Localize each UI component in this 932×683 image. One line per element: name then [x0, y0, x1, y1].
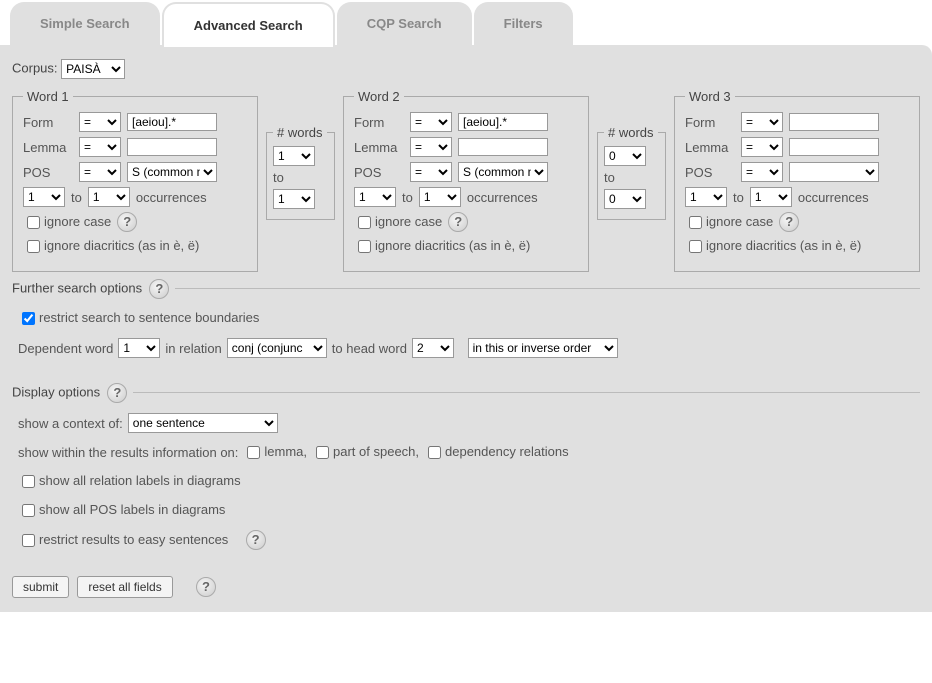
w1-form-op[interactable]: = [79, 112, 121, 132]
w1-occ-from[interactable]: 1 [23, 187, 65, 207]
restrict-sentence-checkbox[interactable] [22, 312, 35, 325]
w3-occ-from[interactable]: 1 [685, 187, 727, 207]
between-1-legend: # words [273, 125, 327, 140]
word-3-box: Word 3 Form = Lemma = POS = 1 to 1 occur… [674, 89, 920, 272]
w2-occ-to[interactable]: 1 [419, 187, 461, 207]
word-2-box: Word 2 Form = Lemma = POS = S (common n … [343, 89, 589, 272]
w2-ignore-case[interactable] [358, 216, 371, 229]
context-select[interactable]: one sentence [128, 413, 278, 433]
dep-word-label: Dependent word [18, 341, 113, 356]
w3-form-input[interactable] [789, 113, 879, 131]
help-icon[interactable]: ? [448, 212, 468, 232]
corpus-label: Corpus: [12, 60, 58, 75]
between-2-legend: # words [604, 125, 658, 140]
w2-lemma-input[interactable] [458, 138, 548, 156]
w3-occ-to[interactable]: 1 [750, 187, 792, 207]
w1-occ-to-label: to [71, 190, 82, 205]
w2-form-op[interactable]: = [410, 112, 452, 132]
w2-lemma-op[interactable]: = [410, 137, 452, 157]
w2-ignore-diac[interactable] [358, 240, 371, 253]
reset-button[interactable]: reset all fields [77, 576, 172, 598]
w3-ignore-diac[interactable] [689, 240, 702, 253]
show-pos-labels-checkbox[interactable] [22, 504, 35, 517]
w1-occ-label: occurrences [136, 190, 207, 205]
word-1-legend: Word 1 [23, 89, 73, 104]
w2-form-input[interactable] [458, 113, 548, 131]
dep-word-select[interactable]: 1 [118, 338, 160, 358]
w1-form-input[interactable] [127, 113, 217, 131]
tab-cqp-search[interactable]: CQP Search [337, 2, 472, 47]
word-2-legend: Word 2 [354, 89, 404, 104]
w2-occ-from[interactable]: 1 [354, 187, 396, 207]
between-1-to-label: to [273, 170, 328, 185]
help-icon[interactable]: ? [246, 530, 266, 550]
restrict-easy-checkbox[interactable] [22, 534, 35, 547]
tab-advanced-search[interactable]: Advanced Search [162, 2, 335, 47]
w3-form-op[interactable]: = [741, 112, 783, 132]
w3-ignore-case[interactable] [689, 216, 702, 229]
context-label: show a context of: [18, 416, 123, 431]
help-icon[interactable]: ? [196, 577, 216, 597]
w1-ignore-case[interactable] [27, 216, 40, 229]
order-select[interactable]: in this or inverse order [468, 338, 618, 358]
w1-pos-select[interactable]: S (common n [127, 162, 217, 182]
w1-form-label: Form [23, 115, 73, 130]
between-2-to[interactable]: 0 [604, 189, 646, 209]
corpus-select[interactable]: PAISÀ [61, 59, 125, 79]
submit-button[interactable]: submit [12, 576, 69, 598]
further-legend: Further search options [12, 280, 142, 295]
tab-simple-search[interactable]: Simple Search [10, 2, 160, 47]
help-icon[interactable]: ? [149, 279, 169, 299]
w1-pos-op[interactable]: = [79, 162, 121, 182]
show-relation-labels-checkbox[interactable] [22, 475, 35, 488]
between-1-box: # words 1 to 1 [266, 125, 335, 220]
w3-lemma-input[interactable] [789, 138, 879, 156]
w1-occ-to[interactable]: 1 [88, 187, 130, 207]
info-pos-checkbox[interactable] [316, 446, 329, 459]
w1-ignore-diac[interactable] [27, 240, 40, 253]
word-1-box: Word 1 Form = Lemma = POS = S (common n … [12, 89, 258, 272]
w1-lemma-input[interactable] [127, 138, 217, 156]
between-2-box: # words 0 to 0 [597, 125, 666, 220]
w1-lemma-label: Lemma [23, 140, 73, 155]
help-icon[interactable]: ? [779, 212, 799, 232]
info-on-label: show within the results information on: [18, 445, 238, 460]
w3-pos-select[interactable] [789, 162, 879, 182]
between-2-from[interactable]: 0 [604, 146, 646, 166]
display-legend: Display options [12, 384, 100, 399]
w3-pos-op[interactable]: = [741, 162, 783, 182]
head-word-select[interactable]: 2 [412, 338, 454, 358]
info-lemma-checkbox[interactable] [247, 446, 260, 459]
w1-lemma-op[interactable]: = [79, 137, 121, 157]
tab-filters[interactable]: Filters [474, 2, 573, 47]
w2-pos-select[interactable]: S (common n [458, 162, 548, 182]
w2-pos-op[interactable]: = [410, 162, 452, 182]
relation-select[interactable]: conj (conjunc [227, 338, 327, 358]
info-dep-checkbox[interactable] [428, 446, 441, 459]
w3-lemma-op[interactable]: = [741, 137, 783, 157]
help-icon[interactable]: ? [107, 383, 127, 403]
w1-pos-label: POS [23, 165, 73, 180]
between-1-from[interactable]: 1 [273, 146, 315, 166]
help-icon[interactable]: ? [117, 212, 137, 232]
between-1-to[interactable]: 1 [273, 189, 315, 209]
word-3-legend: Word 3 [685, 89, 735, 104]
